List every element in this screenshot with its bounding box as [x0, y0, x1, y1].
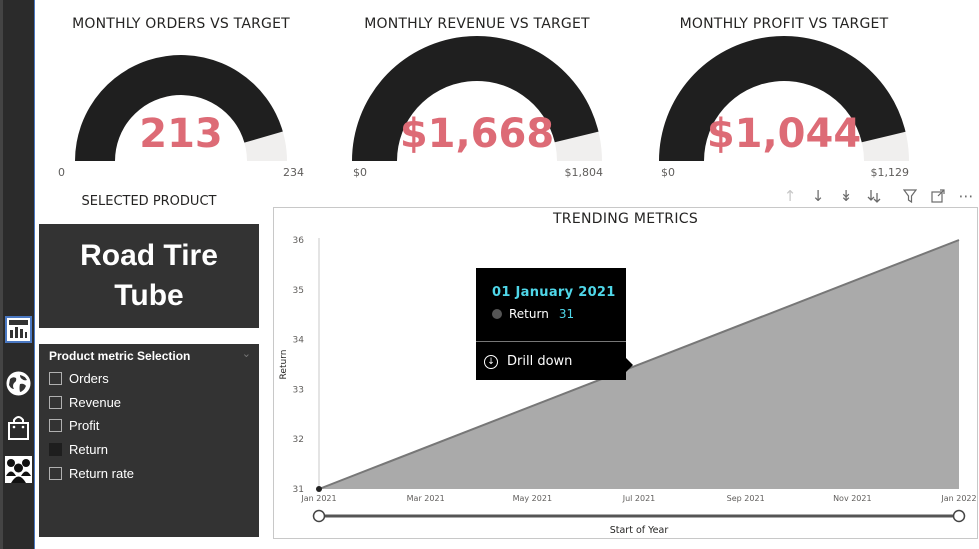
tooltip-date: 01 January 2021	[492, 285, 616, 300]
checkbox-return-rate[interactable]	[49, 466, 62, 480]
selected-product-card[interactable]: Road Tire Tube	[39, 224, 259, 328]
x-tick-label: Mar 2021	[407, 494, 445, 503]
slicer-item-return[interactable]: Return	[49, 440, 108, 458]
x-tick-label: Sep 2021	[727, 494, 765, 503]
product-metric-slicer: Product metric Selection ⌄ Orders Revenu…	[39, 344, 259, 537]
gauge-revenue[interactable]: MONTHLY REVENUE VS TARGET $1,668 $0 $1,8…	[327, 6, 627, 186]
tooltip-series-label: Return	[509, 307, 549, 321]
gauge-orders-min: 0	[58, 166, 65, 179]
gauge-orders-arc	[75, 55, 287, 162]
gauge-revenue-min: $0	[353, 166, 367, 179]
report-icon	[5, 316, 32, 343]
people-icon	[5, 456, 32, 483]
slicer-item-label: Return	[69, 441, 109, 457]
series-dot-icon	[492, 309, 502, 319]
y-axis-title: Return	[279, 350, 289, 380]
slicer-item-label: Revenue	[69, 394, 122, 410]
gauge-revenue-max: $1,804	[564, 166, 604, 179]
y-tick-label: 34	[293, 336, 305, 346]
nav-globe-button[interactable]	[5, 370, 32, 397]
globe-icon	[6, 371, 31, 396]
report-page: MONTHLY ORDERS VS TARGET 213 0 234 MONTH…	[0, 0, 979, 549]
expand-next-level-icon[interactable]: ↡	[832, 186, 860, 206]
shopping-bag-icon	[8, 416, 29, 440]
drill-down-icon[interactable]: ↓	[804, 186, 832, 206]
checkbox-revenue[interactable]	[49, 395, 62, 409]
nav-report-button[interactable]	[5, 316, 32, 343]
tooltip-series-value: 31	[558, 307, 575, 321]
slicer-header: Product metric Selection	[49, 349, 191, 363]
nav-sidebar	[0, 0, 35, 549]
tooltip-divider	[476, 341, 626, 342]
gauge-orders[interactable]: MONTHLY ORDERS VS TARGET 213 0 234	[31, 6, 331, 186]
slicer-item-label: Orders	[69, 370, 109, 386]
drill-down-label: Drill down	[507, 354, 573, 369]
gauge-revenue-title: MONTHLY REVENUE VS TARGET	[364, 16, 590, 32]
y-tick-label: 32	[293, 435, 304, 445]
x-tick-label: May 2021	[513, 494, 552, 503]
checkbox-return[interactable]	[49, 442, 62, 456]
y-tick-label: 33	[293, 385, 304, 395]
nav-people-button[interactable]	[5, 456, 32, 483]
y-tick-label: 35	[293, 286, 304, 296]
gauge-profit[interactable]: MONTHLY PROFIT VS TARGET $1,044 $0 $1,12…	[634, 6, 934, 186]
slicer-item-label: Return rate	[69, 465, 135, 481]
x-tick-label: Jul 2021	[622, 494, 656, 503]
chart-title: TRENDING METRICS	[552, 211, 699, 227]
range-slider-end-handle	[952, 509, 966, 523]
x-tick-label: Jan 2022	[940, 494, 976, 503]
tooltip-pointer	[626, 358, 633, 372]
gauge-orders-max: 234	[283, 166, 304, 179]
tooltip-series-row: Return 31	[492, 307, 574, 321]
gauge-orders-value: 213	[139, 111, 223, 157]
slicer-item-label: Profit	[69, 417, 100, 433]
selected-product-name: Road Tire Tube	[80, 239, 218, 312]
checkbox-profit[interactable]	[49, 418, 62, 432]
drill-down-circle-icon: ↓	[484, 354, 498, 369]
slicer-item-revenue[interactable]: Revenue	[49, 393, 121, 411]
slicer-item-profit[interactable]: Profit	[49, 416, 99, 434]
gauge-revenue-arc	[352, 36, 602, 162]
slicer-item-return-rate[interactable]: Return rate	[49, 464, 134, 482]
filter-icon[interactable]	[896, 186, 924, 206]
visual-header-toolbar: ↑ ↓ ↡ ⋯	[776, 186, 979, 206]
x-tick-label: Nov 2021	[833, 494, 872, 503]
gauge-profit-min: $0	[661, 166, 675, 179]
chart-tooltip: 01 January 2021 Return 31 ↓ Drill down	[476, 268, 633, 380]
expand-hierarchy-icon[interactable]	[860, 186, 888, 206]
gauge-orders-title: MONTHLY ORDERS VS TARGET	[72, 16, 290, 32]
x-axis-title: Start of Year	[610, 525, 669, 536]
more-options-icon[interactable]: ⋯	[952, 186, 979, 206]
gauge-profit-value: $1,044	[706, 111, 862, 157]
gauge-profit-arc	[659, 35, 909, 161]
x-tick-label: Jan 2021	[300, 494, 336, 503]
data-point-marker	[316, 486, 322, 492]
gauge-profit-title: MONTHLY PROFIT VS TARGET	[679, 16, 889, 32]
gauge-profit-max: $1,129	[870, 166, 910, 179]
checkbox-orders[interactable]	[49, 371, 62, 385]
slicer-item-orders[interactable]: Orders	[49, 369, 109, 387]
range-slider-start-handle	[312, 509, 326, 523]
drill-up-icon[interactable]: ↑	[776, 186, 804, 206]
y-tick-label: 36	[293, 236, 305, 246]
focus-mode-icon[interactable]	[924, 186, 952, 206]
drill-down-button[interactable]: ↓ Drill down	[484, 354, 572, 369]
nav-bag-button[interactable]	[5, 414, 32, 441]
selected-product-title: SELECTED PRODUCT	[81, 194, 217, 209]
chevron-down-icon[interactable]: ⌄	[242, 347, 251, 360]
gauge-revenue-value: $1,668	[399, 111, 555, 157]
